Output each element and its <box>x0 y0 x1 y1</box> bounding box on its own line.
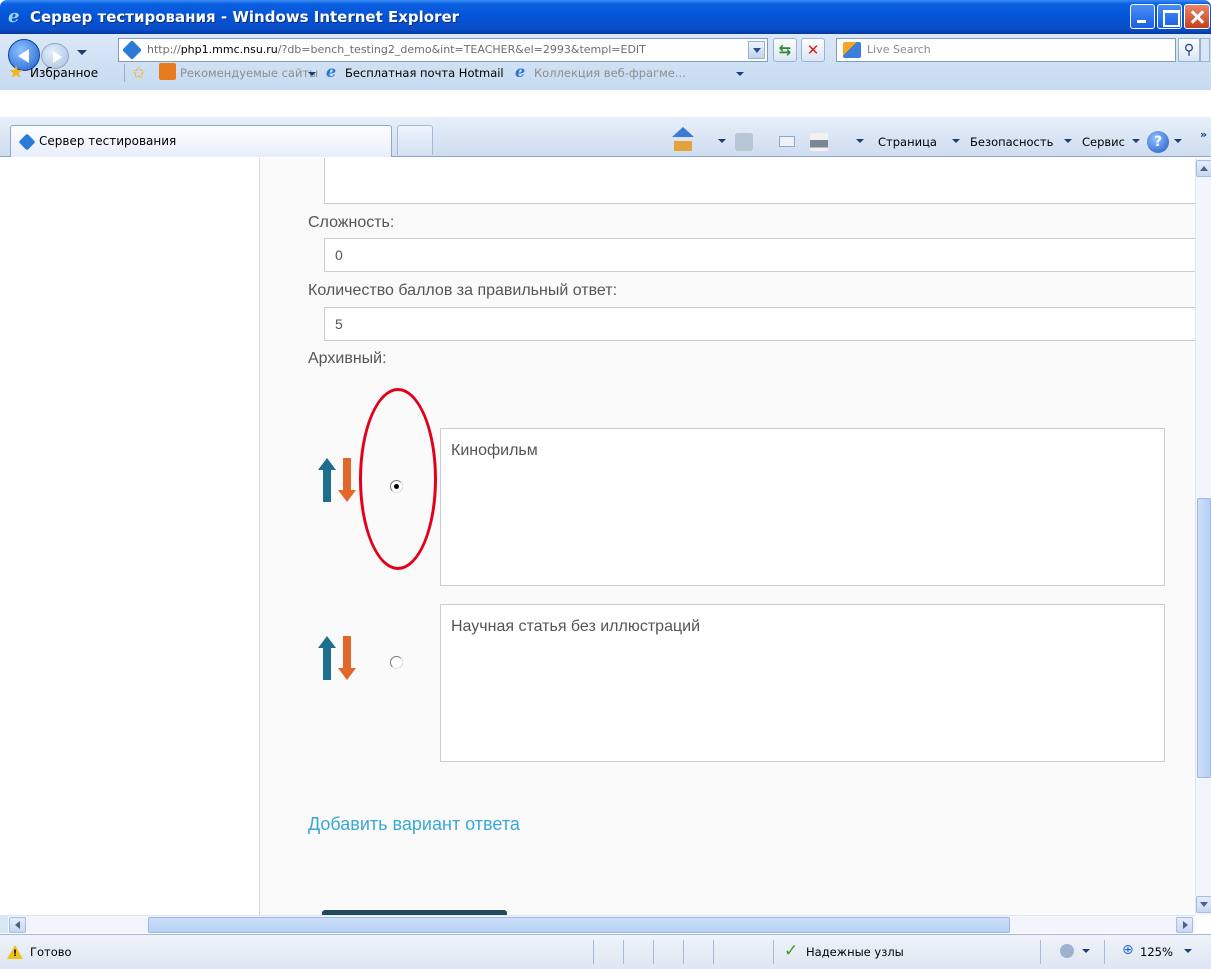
highlight-ellipse <box>359 388 437 570</box>
url-prefix: http:// <box>147 43 181 56</box>
difficulty-label: Сложность: <box>308 214 395 231</box>
tab-bar: Сервер тестирования Страница Безопасност… <box>0 117 1211 157</box>
search-placeholder: Live Search <box>867 43 931 56</box>
print-icon[interactable] <box>810 133 828 151</box>
close-window-button[interactable] <box>1184 4 1210 29</box>
warning-mark: ! <box>13 949 18 959</box>
answer-radio-2[interactable] <box>390 656 403 669</box>
status-divider <box>1104 940 1105 964</box>
status-divider <box>653 940 654 964</box>
scroll-down-button[interactable] <box>1196 896 1211 913</box>
answer-text-2[interactable]: Научная статья без иллюстраций <box>440 604 1165 762</box>
more-commands-icon[interactable]: » <box>1200 128 1207 141</box>
points-label: Количество баллов за правильный ответ: <box>308 282 618 299</box>
favorites-item-suggested-sites[interactable]: Рекомендуемые сайты <box>180 66 318 80</box>
ie-icon: e <box>515 62 526 81</box>
horizontal-scrollbar[interactable] <box>8 915 1195 933</box>
window-title: Сервер тестирования - Windows Internet E… <box>30 8 460 26</box>
new-tab-button[interactable] <box>397 125 433 155</box>
status-bar: ! Готово ✓ Надежные узлы ⊕ 125% <box>0 934 1211 969</box>
navigation-bar: http://php1.mmc.nsu.ru/?db=bench_testing… <box>0 34 1211 90</box>
archive-label: Архивный: <box>308 350 387 367</box>
url-host: php1.mmc.nsu.ru <box>180 43 278 56</box>
orange-square-icon <box>159 63 176 80</box>
tools-menu[interactable]: Сервис <box>1082 135 1125 149</box>
description-textarea[interactable] <box>324 158 1195 204</box>
safety-menu[interactable]: Безопасность <box>970 135 1053 149</box>
site-favicon-icon <box>18 133 36 151</box>
ie-logo-icon: e <box>8 6 20 27</box>
status-divider <box>683 940 684 964</box>
page-content: Сложность: 0 Количество баллов за правил… <box>0 158 1211 915</box>
tab-label: Сервер тестирования <box>39 134 177 148</box>
vertical-scroll-thumb[interactable] <box>1197 498 1211 778</box>
chevron-down-icon[interactable] <box>952 139 960 143</box>
add-to-favorites-icon[interactable]: ✩ <box>132 63 145 82</box>
left-panel <box>8 158 260 915</box>
site-favicon-icon <box>122 40 142 60</box>
favorites-star-icon[interactable]: ★ <box>8 64 24 82</box>
status-divider <box>623 940 624 964</box>
help-icon[interactable]: ? <box>1147 131 1169 153</box>
scroll-right-button[interactable] <box>1176 917 1193 933</box>
tab-testing-server[interactable]: Сервер тестирования <box>10 125 392 157</box>
status-divider <box>713 940 714 964</box>
zone-text[interactable]: Надежные узлы <box>806 945 904 959</box>
home-icon[interactable] <box>672 127 694 151</box>
difficulty-input[interactable]: 0 <box>324 238 1195 272</box>
scroll-up-button[interactable] <box>1196 160 1211 177</box>
favorites-item-hotmail[interactable]: Бесплатная почта Hotmail <box>345 66 504 80</box>
chevron-down-icon[interactable] <box>856 139 864 143</box>
scroll-left-button[interactable] <box>9 917 26 933</box>
live-search-icon <box>843 42 861 58</box>
status-divider <box>593 940 594 964</box>
minimize-button[interactable] <box>1130 4 1155 29</box>
page-menu[interactable]: Страница <box>878 135 937 149</box>
favorites-separator <box>124 64 125 82</box>
chevron-down-icon[interactable] <box>308 72 316 76</box>
chevron-down-icon[interactable] <box>1082 949 1090 953</box>
points-input[interactable]: 5 <box>324 307 1195 341</box>
zoom-level[interactable]: 125% <box>1140 945 1173 959</box>
url-path: /?db=bench_testing2_demo&int=TEACHER&el=… <box>277 43 646 56</box>
answer-text-1[interactable]: Кинофильм <box>440 428 1165 586</box>
zoom-icon[interactable]: ⊕ <box>1122 942 1134 958</box>
arrow-up-icon <box>318 458 336 502</box>
check-icon: ✓ <box>784 941 799 961</box>
add-answer-link[interactable]: Добавить вариант ответа <box>308 814 520 835</box>
reorder-icon[interactable] <box>318 636 358 680</box>
chevron-down-icon[interactable] <box>736 72 744 76</box>
ie-icon: e <box>326 62 337 81</box>
arrow-up-icon <box>318 636 336 680</box>
recent-pages-dropdown-icon[interactable] <box>77 50 87 55</box>
address-dropdown-button[interactable] <box>748 41 765 59</box>
chevron-down-icon[interactable] <box>1132 139 1140 143</box>
horizontal-scroll-thumb[interactable] <box>148 917 1010 933</box>
window-title-bar: e Сервер тестирования - Windows Internet… <box>0 0 1211 34</box>
url-text[interactable]: http://php1.mmc.nsu.ru/?db=bench_testing… <box>147 43 646 56</box>
chevron-down-icon[interactable] <box>1184 949 1192 953</box>
status-divider <box>773 940 774 964</box>
maximize-button[interactable] <box>1157 4 1182 29</box>
chevron-down-icon[interactable] <box>718 139 726 143</box>
arrow-down-icon <box>338 458 356 502</box>
chevron-down-icon[interactable] <box>1174 139 1182 143</box>
protected-mode-icon[interactable] <box>1060 944 1074 958</box>
status-text: Готово <box>30 945 72 959</box>
favorites-item-web-slices[interactable]: Коллекция веб-фрагме... <box>534 66 686 80</box>
vertical-scrollbar[interactable] <box>1195 158 1211 915</box>
favorites-button[interactable]: Избранное <box>30 66 98 80</box>
favorites-bar: ★ Избранное ✩ Рекомендуемые сайты e Бесп… <box>0 58 1211 88</box>
feeds-icon[interactable] <box>735 133 753 151</box>
mail-icon[interactable] <box>779 136 795 147</box>
status-divider <box>1040 940 1041 964</box>
reorder-icon[interactable] <box>318 458 358 502</box>
arrow-down-icon <box>338 636 356 680</box>
chevron-down-icon[interactable] <box>1064 139 1072 143</box>
